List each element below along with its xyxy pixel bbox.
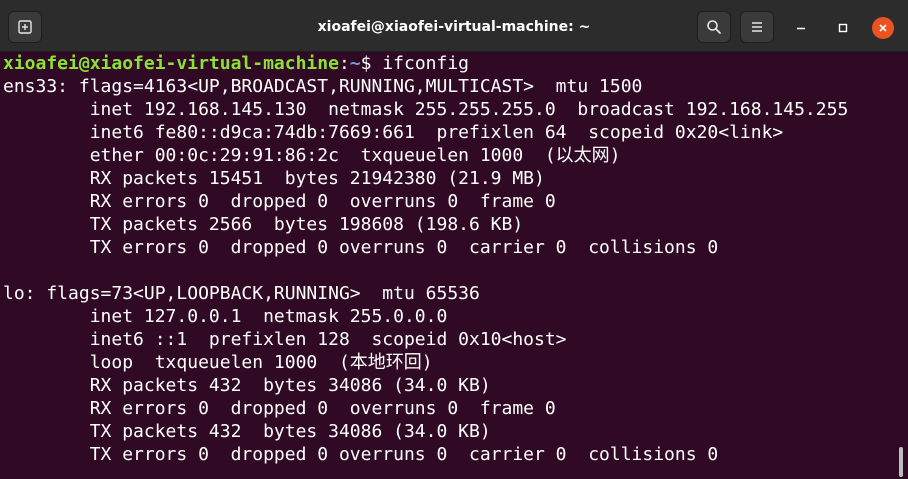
output-line: inet 127.0.0.1 netmask 255.0.0.0 (3, 306, 448, 327)
output-line: ether 00:0c:29:91:86:2c txqueuelen 1000 … (3, 145, 621, 166)
output-line: RX packets 432 bytes 34086 (34.0 KB) (3, 375, 491, 396)
prompt-user-host: xioafei@xiaofei-virtual-machine (3, 53, 339, 74)
vertical-scrollbar[interactable] (899, 447, 903, 477)
output-line: ens33: flags=4163<UP,BROADCAST,RUNNING,M… (3, 76, 643, 97)
output-line: RX packets 15451 bytes 21942380 (21.9 MB… (3, 168, 545, 189)
terminal-window: xioafei@xiaofei-virtual-machine: ~ xioaf… (0, 0, 908, 479)
minimize-button[interactable] (790, 17, 812, 39)
output-line: TX packets 432 bytes 34086 (34.0 KB) (3, 421, 491, 442)
close-icon (879, 24, 887, 32)
new-tab-icon (18, 20, 32, 34)
search-icon (707, 20, 721, 34)
output-line: inet6 fe80::d9ca:74db:7669:661 prefixlen… (3, 122, 784, 143)
hamburger-menu-icon (752, 22, 762, 32)
prompt-symbol: $ (360, 53, 383, 74)
output-line: RX errors 0 dropped 0 overruns 0 frame 0 (3, 191, 556, 212)
output-line: lo: flags=73<UP,LOOPBACK,RUNNING> mtu 65… (3, 283, 480, 304)
command-prompt-line: xioafei@xiaofei-virtual-machine:~$ ifcon… (3, 52, 908, 75)
title-bar[interactable]: xioafei@xiaofei-virtual-machine: ~ (0, 0, 908, 52)
output-line: TX packets 2566 bytes 198608 (198.6 KB) (3, 214, 524, 235)
terminal-output[interactable]: xioafei@xiaofei-virtual-machine:~$ ifcon… (0, 52, 908, 479)
new-tab-button[interactable] (8, 11, 42, 43)
output-line: loop txqueuelen 1000 (本地环回) (3, 352, 433, 373)
output-line: TX errors 0 dropped 0 overruns 0 carrier… (3, 237, 719, 258)
maximize-icon (838, 23, 848, 33)
output-line: inet6 ::1 prefixlen 128 scopeid 0x10<hos… (3, 329, 567, 350)
output-line: inet 192.168.145.130 netmask 255.255.255… (3, 99, 849, 120)
prompt-separator: : (338, 53, 350, 74)
maximize-button[interactable] (832, 17, 854, 39)
minimize-icon (797, 27, 805, 30)
prompt-command: ifconfig (382, 53, 470, 74)
close-button[interactable] (872, 17, 894, 39)
output-line: RX errors 0 dropped 0 overruns 0 frame 0 (3, 398, 556, 419)
search-button[interactable] (697, 11, 731, 43)
menu-button[interactable] (740, 11, 774, 43)
prompt-path: ~ (349, 53, 361, 74)
output-line: TX errors 0 dropped 0 overruns 0 carrier… (3, 444, 719, 465)
